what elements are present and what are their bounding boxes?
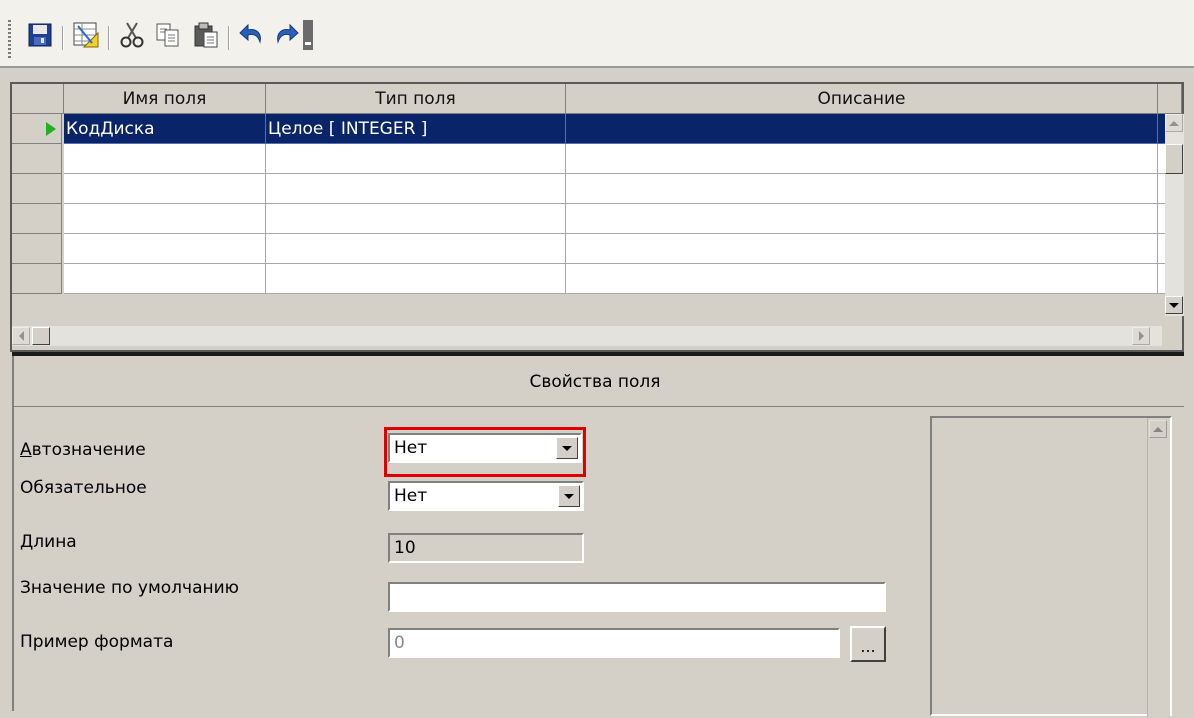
grid-cell-name[interactable] xyxy=(64,144,266,174)
grid-cell-description[interactable] xyxy=(566,144,1158,174)
grid-cell-type[interactable]: Целое [ INTEGER ] xyxy=(266,114,566,144)
grid-cell-type[interactable] xyxy=(266,144,566,174)
toolbar-separator xyxy=(62,26,64,50)
required-dropdown-button[interactable] xyxy=(558,485,580,507)
undo-icon xyxy=(238,22,266,52)
grid-cell-description[interactable] xyxy=(566,234,1158,264)
toolbar-options-icon xyxy=(302,20,314,54)
grid-cell-description[interactable] xyxy=(566,264,1158,294)
column-header-name[interactable]: Имя поля xyxy=(64,84,266,114)
toolbar-separator xyxy=(228,26,230,50)
column-header-type[interactable]: Тип поля xyxy=(266,84,566,114)
chevron-down-icon xyxy=(562,445,572,451)
default-value-label: Значение по умолчанию xyxy=(20,578,239,598)
fields-grid: Имя поля Тип поля Описание КодДиска Целое… xyxy=(10,82,1184,352)
save-icon xyxy=(27,22,53,52)
auto-value-value: Нет xyxy=(394,438,428,458)
row-selector[interactable] xyxy=(12,204,62,234)
required-select[interactable]: Нет xyxy=(388,481,584,511)
save-button[interactable] xyxy=(22,20,58,54)
grid-cell-type[interactable] xyxy=(266,204,566,234)
toolbar-border xyxy=(0,66,1194,68)
required-label: Обязательное xyxy=(20,478,147,498)
design-button[interactable] xyxy=(68,20,104,54)
grid-cell-name[interactable] xyxy=(64,264,266,294)
format-example-value: 0 xyxy=(394,633,405,653)
field-properties-panel: Свойства поля Автозначение Нет Обязатель… xyxy=(12,356,1194,718)
grid-cell-type[interactable] xyxy=(266,264,566,294)
auto-value-label: Автозначение xyxy=(20,440,146,460)
redo-icon xyxy=(272,22,300,52)
table-design-icon xyxy=(72,21,100,53)
length-value: 10 xyxy=(394,538,416,558)
scroll-down-button[interactable] xyxy=(1165,296,1183,314)
row-selector[interactable] xyxy=(12,144,62,174)
grid-corner xyxy=(12,84,64,114)
cut-icon xyxy=(119,21,145,53)
row-selector[interactable] xyxy=(12,114,62,144)
grid-cell-description[interactable] xyxy=(566,204,1158,234)
hscroll-thumb[interactable] xyxy=(32,327,50,345)
properties-separator xyxy=(14,406,1184,407)
format-example-field[interactable]: 0 xyxy=(388,628,840,658)
vertical-scrollbar[interactable] xyxy=(1165,114,1184,316)
required-value: Нет xyxy=(394,486,428,506)
grid-cell-name[interactable]: КодДиска xyxy=(64,114,266,144)
format-example-label: Пример формата xyxy=(20,632,174,652)
help-scroll-up-button[interactable] xyxy=(1149,420,1167,438)
row-selector[interactable] xyxy=(12,264,62,294)
paste-icon xyxy=(192,21,220,53)
cut-button[interactable] xyxy=(114,20,150,54)
chevron-down-icon xyxy=(564,493,574,499)
auto-value-accesskey: А xyxy=(20,440,32,460)
auto-value-label-rest: втозначение xyxy=(31,440,146,460)
column-header-filler xyxy=(1158,84,1182,114)
property-help-panel xyxy=(930,416,1172,718)
length-label: Длина xyxy=(20,532,77,552)
scroll-left-button[interactable] xyxy=(12,327,30,345)
scroll-thumb[interactable] xyxy=(1165,144,1183,174)
horizontal-scrollbar[interactable] xyxy=(12,326,1162,346)
grid-cell-name[interactable] xyxy=(64,174,266,204)
copy-button[interactable] xyxy=(150,20,186,54)
toolbar-grip[interactable] xyxy=(8,20,11,58)
help-scrollbar[interactable] xyxy=(1147,418,1170,718)
grid-cell-type[interactable] xyxy=(266,234,566,264)
properties-title: Свойства поля xyxy=(529,372,661,392)
toolbar xyxy=(0,0,1194,66)
length-field[interactable]: 10 xyxy=(388,533,584,563)
toolbar-separator xyxy=(108,26,110,50)
column-header-description[interactable]: Описание xyxy=(566,84,1158,114)
format-builder-button[interactable]: ... xyxy=(850,626,886,662)
grid-cell-name[interactable] xyxy=(64,204,266,234)
undo-button[interactable] xyxy=(234,20,270,54)
grid-cell-description[interactable] xyxy=(566,114,1158,144)
grid-cell-description[interactable] xyxy=(566,174,1158,204)
paste-button[interactable] xyxy=(188,20,224,54)
row-selector[interactable] xyxy=(12,234,62,264)
copy-icon xyxy=(154,21,182,53)
row-selector[interactable] xyxy=(12,174,62,204)
auto-value-select[interactable]: Нет xyxy=(388,433,582,463)
auto-value-dropdown-button[interactable] xyxy=(556,437,578,459)
scroll-right-button[interactable] xyxy=(1132,327,1150,345)
current-row-indicator-icon xyxy=(46,122,56,136)
grid-cell-name[interactable] xyxy=(64,234,266,264)
scroll-up-button[interactable] xyxy=(1165,114,1183,132)
toolbar-options-button[interactable] xyxy=(298,20,318,54)
default-value-field[interactable] xyxy=(388,582,886,612)
grid-cell-type[interactable] xyxy=(266,174,566,204)
